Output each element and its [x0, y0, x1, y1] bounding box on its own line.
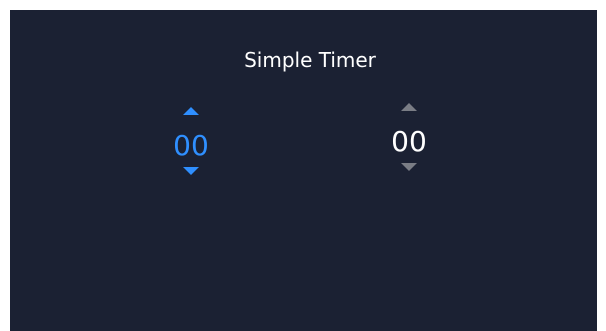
timer-panel: Simple Timer 00 00 [10, 10, 597, 331]
minutes-value[interactable]: 00 [161, 128, 221, 164]
minutes-decrement-button[interactable] [176, 166, 206, 180]
minutes-increment-button[interactable] [176, 106, 206, 120]
app-title: Simple Timer [244, 48, 376, 72]
seconds-increment-button[interactable] [394, 102, 424, 116]
caret-up-icon [183, 107, 199, 115]
minutes-spinner: 00 [161, 106, 221, 180]
seconds-spinner: 00 [379, 102, 439, 176]
caret-down-icon [401, 163, 417, 171]
caret-up-icon [401, 103, 417, 111]
caret-down-icon [183, 167, 199, 175]
seconds-value[interactable]: 00 [379, 124, 439, 160]
seconds-decrement-button[interactable] [394, 162, 424, 176]
